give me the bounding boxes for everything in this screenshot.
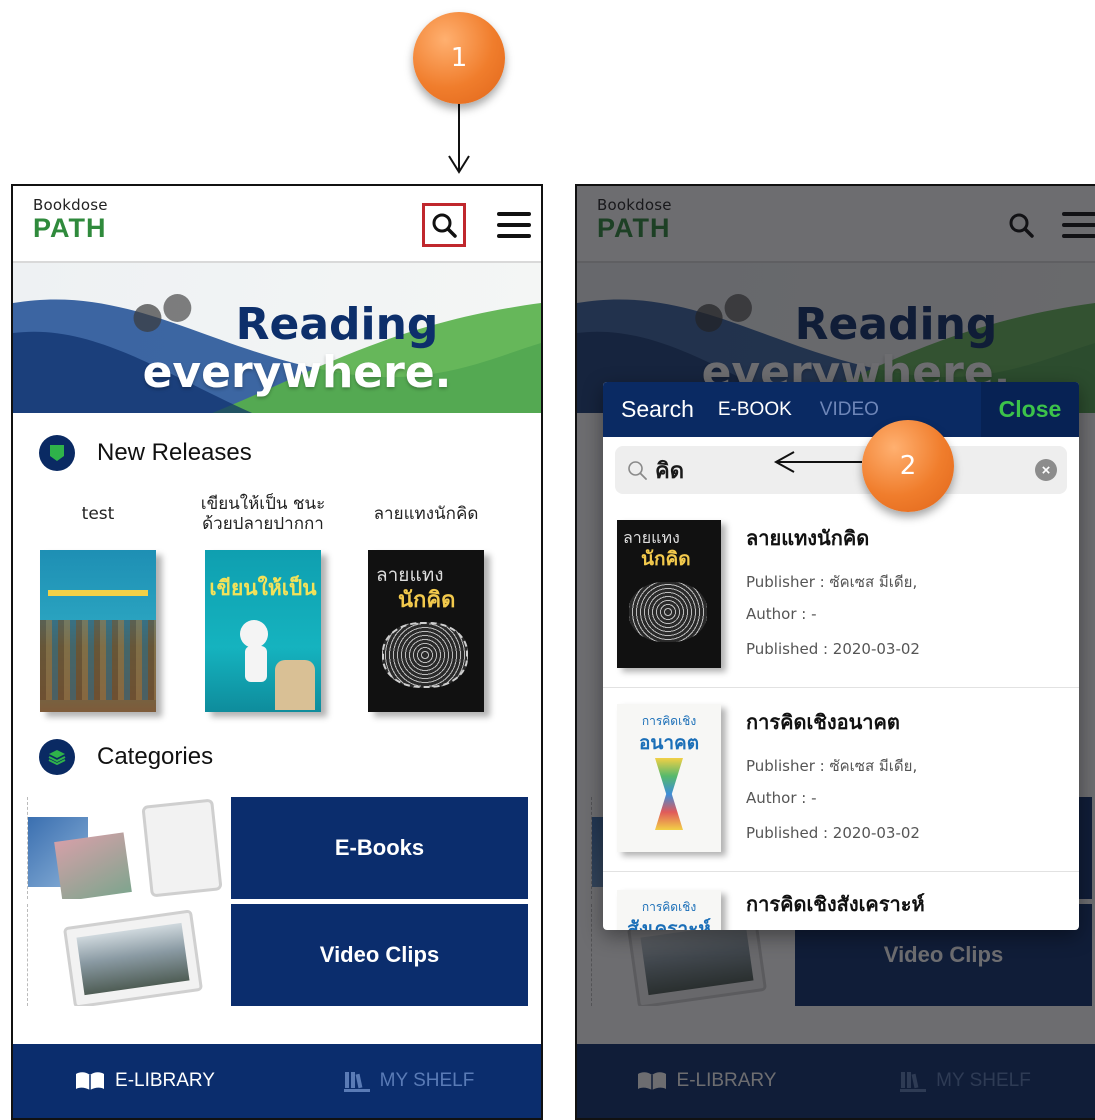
book-item[interactable]: เขียนให้เป็น ชนะด้วยปลายปากกา เขียนให้เป… — [188, 492, 338, 712]
search-modal-tabs: Search E-BOOK VIDEO Close — [603, 382, 1079, 437]
result-author: Author : - — [746, 605, 817, 623]
book-item[interactable]: ลายแทงนักคิด ลายแทง นักคิด — [351, 492, 501, 712]
step-marker-2-label: 2 — [899, 451, 917, 481]
result-published-date: Published : 2020-03-02 — [746, 640, 920, 658]
banner-title-line-2: everywhere. — [142, 347, 452, 398]
search-result-item[interactable]: ลายแทง นักคิด ลายแทงนักคิด Publisher : ซ… — [603, 504, 1079, 688]
result-title[interactable]: ลายแทงนักคิด — [746, 522, 869, 554]
section-badge-icon — [39, 435, 75, 471]
cover-text: อนาคต — [638, 732, 700, 754]
result-title[interactable]: การคิดเชิงอนาคต — [746, 706, 900, 738]
book-cover[interactable]: ลายแทง นักคิด — [368, 550, 484, 712]
phone-home-screen: Bookdose PATH Reading everywhere. New Re… — [11, 184, 543, 1120]
logo-brand-text: Bookdose — [33, 196, 108, 214]
result-publisher: Publisher : ซัคเซส มีเดีย, — [746, 757, 918, 775]
app-logo[interactable]: Bookdose PATH — [33, 196, 108, 242]
cover-text: นักคิด — [641, 548, 691, 570]
new-releases-heading: New Releases — [39, 435, 252, 471]
book-cover[interactable] — [40, 550, 156, 712]
ebooks-category-label: E-Books — [334, 835, 425, 860]
book-item[interactable]: test — [23, 492, 173, 712]
result-book-cover[interactable]: การคิดเชิง อนาคต — [617, 704, 721, 852]
video-clips-category-button[interactable]: Video Clips — [231, 904, 528, 1006]
result-published-date: Published : 2020-03-02 — [746, 824, 920, 842]
result-author: Author : - — [746, 789, 817, 807]
categories-heading: Categories — [39, 739, 213, 775]
ebooks-category-button[interactable]: E-Books — [231, 797, 528, 899]
step-marker-2: 2 — [862, 420, 954, 512]
result-book-cover[interactable]: ลายแทง นักคิด — [617, 520, 721, 668]
video-category-image[interactable] — [27, 904, 232, 1006]
categories-title: Categories — [97, 743, 214, 770]
ebooks-category-image[interactable] — [27, 797, 232, 899]
hamburger-menu-icon — [497, 212, 531, 238]
step-marker-1-label: 1 — [450, 43, 468, 73]
clear-search-button[interactable]: × — [1035, 459, 1057, 481]
nav-my-shelf[interactable]: MY SHELF — [277, 1044, 541, 1118]
menu-button[interactable] — [492, 203, 536, 247]
book-title: ลายแทงนักคิด — [373, 504, 479, 524]
result-book-cover[interactable]: การคิดเชิง สังเคราะห์ — [617, 890, 721, 930]
arrow-down-icon — [448, 100, 470, 174]
cover-text: เขียนให้เป็น — [209, 576, 317, 600]
cover-text: นักคิด — [398, 588, 456, 613]
book-title: test — [81, 504, 115, 524]
search-modal-title: Search — [621, 396, 694, 422]
book-cover[interactable]: เขียนให้เป็น — [205, 550, 321, 712]
bookshelf-icon — [343, 1072, 370, 1092]
step-marker-1: 1 — [413, 12, 505, 104]
cover-text: สังเคราะห์ — [627, 918, 711, 930]
search-query-text: คิด — [655, 458, 685, 484]
video-clips-category-label: Video Clips — [319, 942, 440, 967]
close-button[interactable]: Close — [981, 382, 1079, 437]
new-releases-title: New Releases — [97, 439, 252, 466]
tab-ebook[interactable]: E-BOOK — [718, 399, 792, 421]
result-publisher: Publisher : ซัคเซส มีเดีย, — [746, 573, 918, 591]
hero-banner[interactable]: Reading everywhere. — [13, 263, 541, 413]
phone-search-screen: Bookdose PATH Reading everywhere. E-Book… — [575, 184, 1095, 1120]
search-button[interactable] — [422, 203, 466, 247]
book-title: เขียนให้เป็น ชนะด้วยปลายปากกา — [200, 494, 326, 534]
bottom-navigation: E-LIBRARY MY SHELF — [13, 1044, 541, 1118]
app-header: Bookdose PATH — [13, 186, 541, 263]
logo-product-text: PATH — [33, 213, 107, 243]
search-icon — [432, 213, 457, 238]
layers-icon — [39, 739, 75, 775]
tab-video[interactable]: VIDEO — [820, 399, 879, 421]
search-result-item[interactable]: การคิดเชิง อนาคต การคิดเชิงอนาคต Publish… — [603, 688, 1079, 872]
nav-my-shelf-label: MY SHELF — [379, 1070, 475, 1091]
arrow-left-icon — [773, 451, 862, 473]
search-icon — [628, 461, 647, 480]
nav-e-library-label: E-LIBRARY — [115, 1070, 215, 1091]
nav-e-library[interactable]: E-LIBRARY — [13, 1044, 277, 1118]
banner-title-line-1: Reading — [235, 299, 439, 350]
open-book-icon — [76, 1072, 105, 1090]
search-result-item[interactable]: การคิดเชิง สังเคราะห์ การคิดเชิงสังเคราะ… — [603, 872, 1079, 930]
clear-x-icon: × — [1041, 461, 1051, 479]
result-title[interactable]: การคิดเชิงสังเคราะห์ — [746, 888, 925, 920]
